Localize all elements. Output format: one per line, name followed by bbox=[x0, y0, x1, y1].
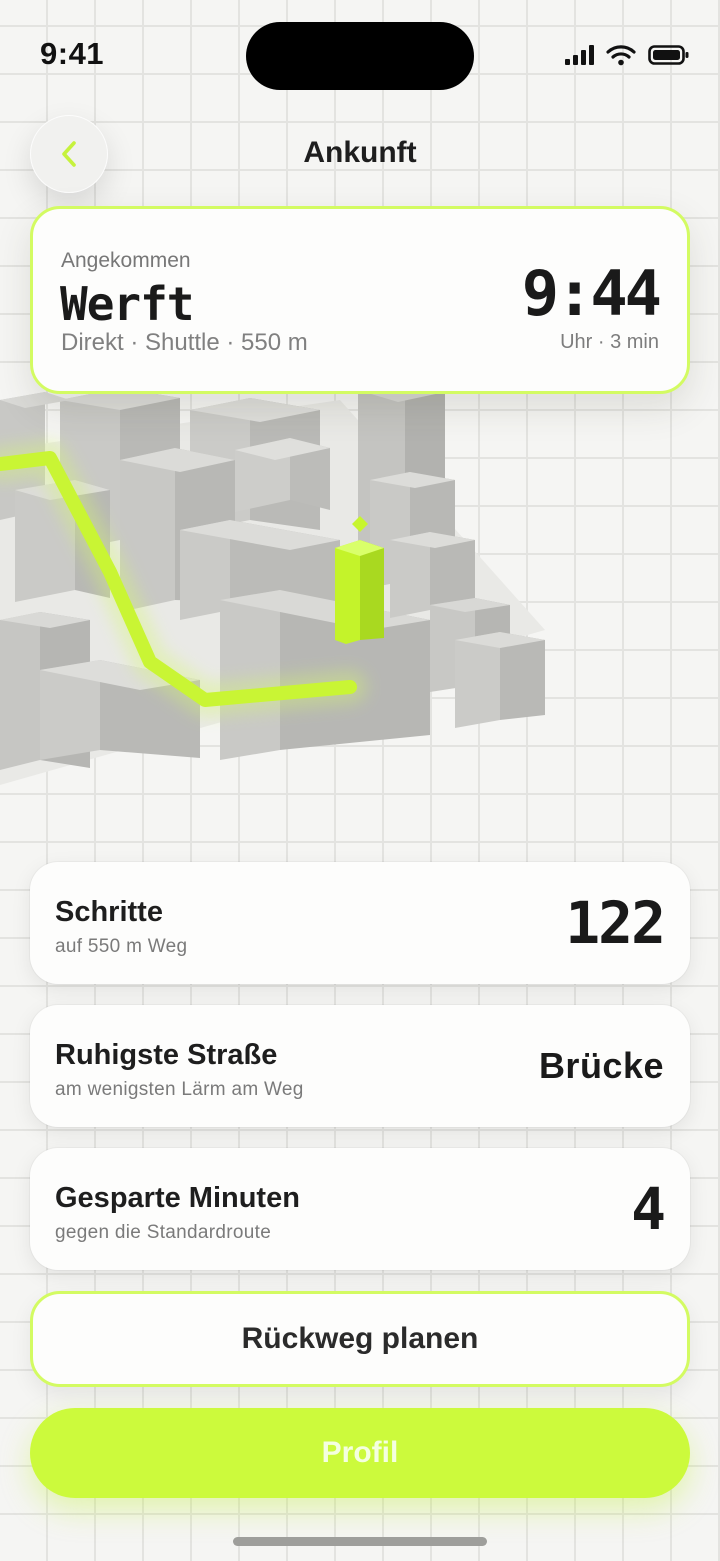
profile-button[interactable]: Profil bbox=[30, 1408, 690, 1498]
stat-card-steps: Schritte auf 550 m Weg 122 bbox=[30, 862, 690, 984]
stat-title: Ruhigste Straße bbox=[55, 1039, 278, 1071]
stat-value: 4 bbox=[631, 1175, 666, 1243]
status-time: 9:41 bbox=[40, 36, 105, 71]
battery-icon bbox=[648, 45, 689, 65]
dynamic-island bbox=[246, 22, 474, 90]
arrival-time: 9:44 bbox=[521, 257, 662, 330]
route-map bbox=[0, 340, 720, 810]
cellular-signal-icon bbox=[565, 45, 594, 65]
plan-return-button[interactable]: Rückweg planen bbox=[30, 1291, 690, 1387]
home-indicator bbox=[233, 1537, 487, 1546]
stat-subtitle: am wenigsten Lärm am Weg bbox=[55, 1079, 304, 1100]
arrival-card: Angekommen Werft Direkt · Shuttle · 550 … bbox=[30, 206, 690, 394]
stat-card-saved-minutes: Gesparte Minuten gegen die Standardroute… bbox=[30, 1148, 690, 1270]
stat-subtitle: gegen die Standardroute bbox=[55, 1222, 272, 1243]
stat-value: Brücke bbox=[538, 1045, 664, 1086]
arrival-time-sub: Uhr · 3 min bbox=[560, 331, 659, 353]
stat-title: Gesparte Minuten bbox=[55, 1182, 300, 1214]
status-icons bbox=[565, 44, 690, 66]
isometric-city-illustration bbox=[0, 380, 545, 785]
stat-value: 122 bbox=[565, 889, 666, 957]
page-title: Ankunft bbox=[303, 136, 417, 169]
wifi-icon bbox=[606, 45, 636, 66]
arrival-status-label: Angekommen bbox=[61, 249, 191, 272]
stat-title: Schritte bbox=[55, 896, 163, 928]
route-details: Direkt · Shuttle · 550 m bbox=[61, 329, 308, 356]
destination-name: Werft bbox=[60, 277, 194, 331]
stat-card-quietest-street: Ruhigste Straße am wenigsten Lärm am Weg… bbox=[30, 1005, 690, 1127]
stat-subtitle: auf 550 m Weg bbox=[55, 936, 188, 957]
